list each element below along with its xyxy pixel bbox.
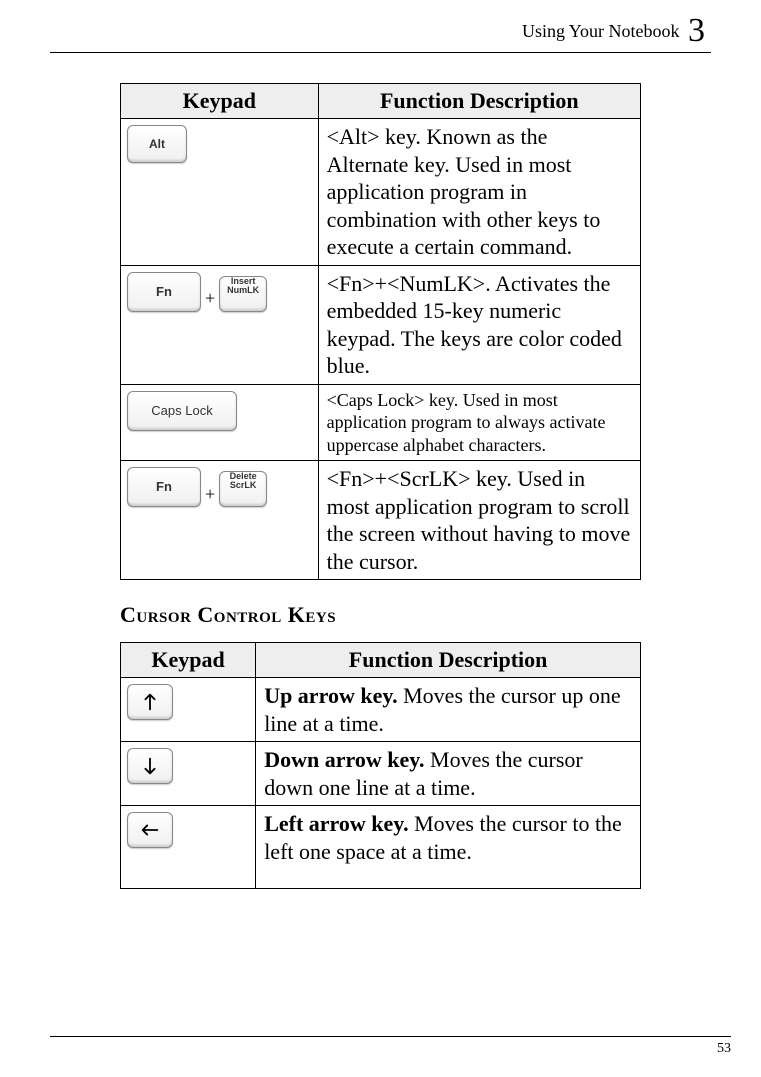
description-cell: <Fn>+<ScrLK> key. Used in most applicati…	[318, 461, 640, 580]
cursor-control-table: Keypad Function Description Up arrow key…	[120, 642, 641, 889]
description-cell: <Alt> key. Known as the Alternate key. U…	[318, 119, 640, 266]
header-rule	[50, 52, 711, 53]
section-heading-text: Cursor Control Keys	[120, 602, 336, 627]
description-cell: <Fn>+<NumLK>. Activates the embedded 15-…	[318, 265, 640, 384]
table-header-function: Function Description	[318, 84, 640, 119]
key-label: Fn	[128, 273, 200, 311]
keypad-cell-fn-scrlk: Fn + Delete ScrLK	[121, 461, 319, 580]
table-header-row: Keypad Function Description	[121, 84, 641, 119]
table-header-keypad: Keypad	[121, 84, 319, 119]
key-label: Insert NumLK	[220, 277, 266, 311]
plus-icon: +	[203, 483, 217, 508]
table-row: Alt <Alt> key. Known as the Alternate ke…	[121, 119, 641, 266]
keypad-cell-alt: Alt	[121, 119, 319, 266]
key-label: Caps Lock	[128, 392, 236, 430]
arrow-down-icon	[139, 755, 161, 777]
description-cell: Down arrow key. Moves the cursor down on…	[256, 742, 641, 806]
fn-key-icon: Fn	[127, 467, 201, 507]
page-number: 53	[50, 1037, 731, 1057]
running-head: Using Your Notebook 3	[50, 10, 711, 50]
table-row: Fn + Insert NumLK <Fn>+<NumLK>. Activate…	[121, 265, 641, 384]
description-cell: Left arrow key. Moves the cursor to the …	[256, 806, 641, 889]
arrow-left-icon	[139, 819, 161, 841]
key-label: Delete ScrLK	[220, 472, 266, 506]
table-row: Left arrow key. Moves the cursor to the …	[121, 806, 641, 889]
delete-scrlk-key-icon: Delete ScrLK	[219, 471, 267, 507]
keypad-function-table: Keypad Function Description Alt <Alt> ke…	[120, 83, 641, 580]
table-header-keypad: Keypad	[121, 643, 256, 678]
content-area: Keypad Function Description Alt <Alt> ke…	[50, 83, 711, 889]
desc-bold: Left arrow key.	[264, 811, 408, 836]
key-combo: Fn + Insert NumLK	[127, 272, 312, 312]
table-row: Down arrow key. Moves the cursor down on…	[121, 742, 641, 806]
page: Using Your Notebook 3 Keypad Function De…	[0, 0, 761, 1077]
plus-icon: +	[203, 287, 217, 312]
fn-key-icon: Fn	[127, 272, 201, 312]
keypad-cell-left	[121, 806, 256, 889]
up-arrow-key-icon	[127, 684, 173, 720]
page-footer: 53	[50, 1036, 731, 1057]
keypad-cell-fn-numlk: Fn + Insert NumLK	[121, 265, 319, 384]
running-head-title: Using Your Notebook	[522, 21, 680, 41]
keypad-cell-up	[121, 678, 256, 742]
capslock-key-icon: Caps Lock	[127, 391, 237, 431]
table-row: Fn + Delete ScrLK <Fn>+<ScrLK> key. Used…	[121, 461, 641, 580]
table-header-row: Keypad Function Description	[121, 643, 641, 678]
desc-bold: Down arrow key.	[264, 747, 424, 772]
description-cell: Up arrow key. Moves the cursor up one li…	[256, 678, 641, 742]
key-label: Fn	[128, 468, 200, 506]
key-label: Alt	[128, 126, 186, 162]
table-row: Up arrow key. Moves the cursor up one li…	[121, 678, 641, 742]
table-row: Caps Lock <Caps Lock> key. Used in most …	[121, 384, 641, 461]
desc-bold: Up arrow key.	[264, 683, 397, 708]
keypad-cell-capslock: Caps Lock	[121, 384, 319, 461]
table-header-function: Function Description	[256, 643, 641, 678]
chapter-number: 3	[684, 12, 705, 49]
keypad-cell-down	[121, 742, 256, 806]
insert-numlk-key-icon: Insert NumLK	[219, 276, 267, 312]
left-arrow-key-icon	[127, 812, 173, 848]
alt-key-icon: Alt	[127, 125, 187, 163]
arrow-up-icon	[139, 691, 161, 713]
down-arrow-key-icon	[127, 748, 173, 784]
key-combo: Fn + Delete ScrLK	[127, 467, 312, 507]
section-heading: Cursor Control Keys	[120, 602, 641, 628]
description-cell: <Caps Lock> key. Used in most applicatio…	[318, 384, 640, 461]
